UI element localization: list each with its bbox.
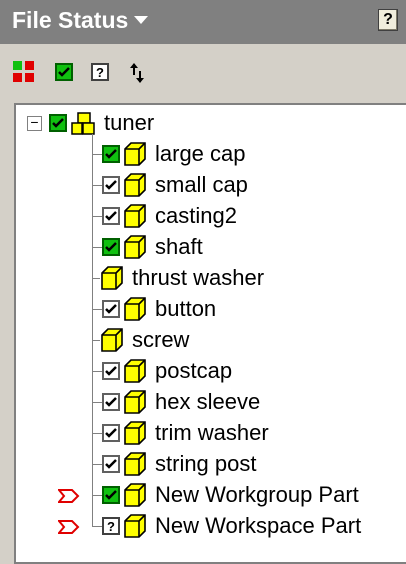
toolbar: ? — [0, 44, 406, 102]
part-cube-icon — [123, 358, 147, 389]
part-cube-icon — [100, 265, 124, 296]
tree-item[interactable]: button — [16, 294, 406, 325]
file-status-tree: − tuner large cap small cap casting2 shaft thr… — [14, 103, 406, 564]
status-checkbox[interactable] — [102, 486, 120, 504]
tree-item-label: postcap — [155, 358, 233, 383]
tree-item[interactable]: casting2 — [16, 201, 406, 232]
part-cube-icon — [123, 420, 147, 451]
tree-item[interactable]: postcap — [16, 356, 406, 387]
status-checkbox[interactable] — [102, 207, 120, 225]
refresh-arrows-icon — [130, 63, 144, 83]
status-checkbox[interactable] — [102, 455, 120, 473]
question-mark-icon: ? — [91, 63, 109, 81]
part-cube-icon — [123, 513, 147, 544]
tree-item[interactable]: New Workgroup Part — [16, 480, 406, 511]
tree-item[interactable]: large cap — [16, 139, 406, 170]
status-checkbox[interactable] — [49, 114, 67, 132]
tree-item-label: screw — [132, 327, 190, 352]
panel-title-menu[interactable]: File Status — [12, 7, 149, 34]
part-cube-icon — [123, 172, 147, 203]
tree-item-label: string post — [155, 451, 257, 476]
status-checkbox[interactable] — [102, 393, 120, 411]
status-checkbox[interactable] — [102, 362, 120, 380]
refresh-button[interactable] — [125, 61, 149, 85]
green-check-icon — [55, 63, 73, 81]
tree-item[interactable]: thrust washer — [16, 263, 406, 294]
help-button[interactable]: ? — [378, 9, 398, 31]
tree-item-label: New Workspace Part — [155, 513, 362, 538]
tree-item-label: button — [155, 296, 217, 321]
tree-item-label: hex sleeve — [155, 389, 261, 414]
part-cube-icon — [100, 327, 124, 358]
tree-item[interactable]: small cap — [16, 170, 406, 201]
dropdown-arrow-icon — [134, 16, 149, 24]
unknown-status-button[interactable]: ? — [89, 61, 113, 85]
tree-item[interactable]: hex sleeve — [16, 387, 406, 418]
new-file-arrow-icon — [56, 519, 80, 540]
part-cube-icon — [123, 141, 147, 172]
tree-item-label: New Workgroup Part — [155, 482, 359, 507]
status-grid-icon — [13, 61, 22, 70]
part-cube-icon — [123, 482, 147, 513]
tree-item-label: casting2 — [155, 203, 237, 228]
tree-item[interactable]: shaft — [16, 232, 406, 263]
collapse-toggle[interactable]: − — [27, 115, 42, 131]
part-cube-icon — [123, 234, 147, 265]
part-cube-icon — [123, 296, 147, 327]
status-checkbox[interactable] — [102, 300, 120, 318]
tree-item-label: trim washer — [155, 420, 269, 445]
tree-item-label: tuner — [104, 110, 155, 135]
status-unknown-checkbox[interactable]: ? — [102, 517, 120, 535]
status-checkbox[interactable] — [102, 176, 120, 194]
tree-item[interactable]: screw — [16, 325, 406, 356]
new-file-arrow-icon — [56, 488, 80, 509]
part-cube-icon — [123, 451, 147, 482]
tree-item[interactable]: string post — [16, 449, 406, 480]
tree-item-label: thrust washer — [132, 265, 265, 290]
tree-item[interactable]: trim washer — [16, 418, 406, 449]
status-checkbox[interactable] — [102, 145, 120, 163]
panel-title: File Status — [12, 7, 129, 33]
tree-item-label: small cap — [155, 172, 248, 197]
status-grid-button[interactable] — [13, 61, 37, 85]
tree-root-tuner[interactable]: − tuner — [16, 108, 406, 139]
tree-item-label: shaft — [155, 234, 203, 259]
part-cube-icon — [123, 389, 147, 420]
status-checkbox[interactable] — [102, 424, 120, 442]
part-cube-icon — [123, 203, 147, 234]
tree-item-label: large cap — [155, 141, 246, 166]
tree-item[interactable]: ? New Workspace Part — [16, 511, 406, 542]
panel-titlebar: File Status ? — [0, 0, 406, 44]
check-all-button[interactable] — [53, 61, 77, 85]
status-checkbox[interactable] — [102, 238, 120, 256]
